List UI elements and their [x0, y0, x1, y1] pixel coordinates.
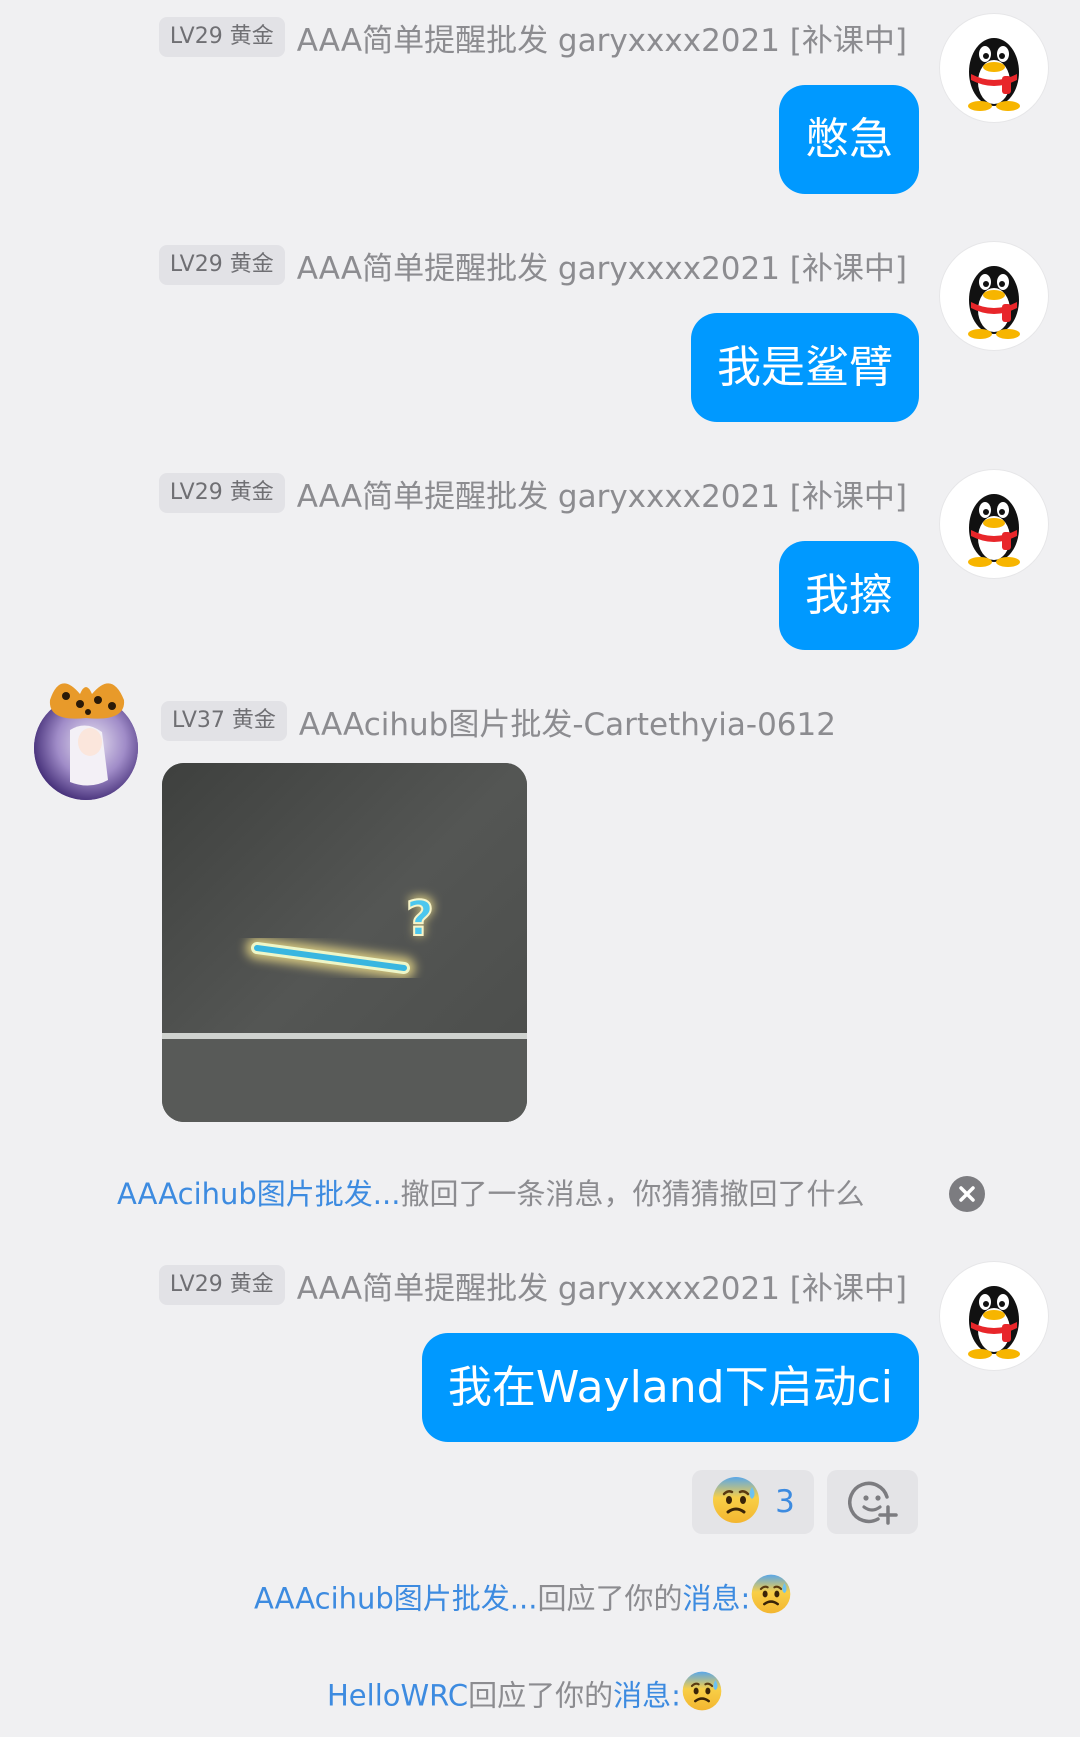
sender-meta: LV37 黄金 AAAcihub图片批发-Cartethyia-0612 — [161, 699, 836, 743]
message-bubble[interactable]: 我在Wayland下启动ci — [421, 1333, 919, 1442]
qq-penguin-svg — [968, 494, 1020, 567]
message-bubble[interactable]: 我擦 — [779, 541, 919, 650]
anxious-face-svg — [751, 1574, 791, 1614]
add-reaction-icon — [847, 1481, 898, 1525]
reaction-count: 3 — [775, 1484, 795, 1520]
notice-sender-link[interactable]: HelloWRC — [327, 1679, 468, 1713]
sender-meta: LV29 黄金 AAA简单提醒批发 garyxxxx2021 [补课中] — [158, 1263, 907, 1308]
level-badge: LV29 黄金 — [158, 473, 285, 513]
message-bubble[interactable]: 我是鲨臂 — [691, 313, 919, 422]
anxious-face-svg — [682, 1671, 722, 1711]
qq-penguin-icon[interactable] — [940, 470, 1048, 578]
anime-girl-avatar-icon[interactable] — [30, 660, 142, 810]
message-bubble[interactable]: 憋急 — [779, 85, 919, 194]
message-row: LV29 黄金 AAA简单提醒批发 garyxxxx2021 [补课中] 憋急 — [0, 0, 1080, 200]
sender-name[interactable]: AAA简单提醒批发 garyxxxx2021 [补课中] — [297, 1263, 907, 1308]
recall-sender-link[interactable]: AAAcihub图片批发... — [117, 1177, 400, 1211]
qq-penguin-icon[interactable] — [940, 14, 1048, 122]
qq-penguin-svg — [968, 1286, 1020, 1359]
sender-name[interactable]: AAAcihub图片批发-Cartethyia-0612 — [299, 699, 836, 744]
reaction-notice: HelloWRC回应了你的消息: — [327, 1670, 723, 1716]
qq-penguin-icon[interactable] — [940, 242, 1048, 350]
sender-meta: LV29 黄金 AAA简单提醒批发 garyxxxx2021 [补课中] — [158, 243, 907, 288]
sender-name[interactable]: AAA简单提醒批发 garyxxxx2021 [补课中] — [297, 243, 907, 288]
message-row: LV29 黄金 AAA简单提醒批发 garyxxxx2021 [补课中] 我是鲨… — [0, 228, 1080, 428]
notice-message-link[interactable]: 消息: — [682, 1582, 750, 1616]
level-badge: LV37 黄金 — [161, 701, 287, 741]
sender-name[interactable]: AAA简单提醒批发 garyxxxx2021 [补课中] — [297, 471, 907, 516]
qq-penguin-svg — [968, 38, 1020, 111]
anxious-face-svg — [713, 1477, 760, 1523]
close-circle-svg — [949, 1176, 985, 1212]
qq-penguin-icon[interactable] — [940, 1262, 1048, 1370]
message-row: LV29 黄金 AAA简单提醒批发 garyxxxx2021 [补课中] 我擦 — [0, 456, 1080, 656]
sender-name[interactable]: AAA简单提醒批发 garyxxxx2021 [补课中] — [297, 15, 907, 60]
notice-message-link[interactable]: 消息: — [613, 1679, 681, 1713]
message-row: LV37 黄金 AAAcihub图片批发-Cartethyia-0612 ? ? — [0, 660, 1080, 1130]
anxious-sweat-face-icon — [750, 1573, 792, 1628]
image-message[interactable]: ? ? — [162, 763, 527, 1122]
recall-notice: AAAcihub图片批发...撤回了一条消息，你猜猜撤回了什么 — [117, 1174, 864, 1214]
notice-text: 回应了你的 — [468, 1678, 614, 1713]
message-row: LV29 黄金 AAA简单提醒批发 garyxxxx2021 [补课中] 我在W… — [0, 1248, 1080, 1448]
add-reaction-button[interactable] — [827, 1470, 918, 1534]
level-badge: LV29 黄金 — [158, 1265, 285, 1305]
level-badge: LV29 黄金 — [158, 17, 285, 57]
notice-sender-link[interactable]: AAAcihub图片批发... — [254, 1582, 537, 1616]
reaction-chip[interactable]: 3 — [692, 1470, 814, 1534]
sender-meta: LV29 黄金 AAA简单提醒批发 garyxxxx2021 [补课中] — [158, 15, 907, 60]
recall-text: 撤回了一条消息，你猜猜撤回了什么 — [400, 1177, 865, 1211]
anxious-sweat-face-icon — [681, 1670, 723, 1725]
reaction-notice: AAAcihub图片批发...回应了你的消息: — [254, 1573, 792, 1619]
level-badge: LV29 黄金 — [158, 245, 285, 285]
photo-content: ? ? — [162, 763, 527, 1122]
anime-avatar-svg — [34, 683, 138, 800]
close-circle-icon[interactable] — [949, 1176, 985, 1212]
qq-penguin-svg — [968, 266, 1020, 339]
image-question-mark: ? — [406, 891, 434, 947]
anxious-sweat-face-icon — [711, 1475, 761, 1529]
notice-text: 回应了你的 — [537, 1581, 683, 1616]
sender-meta: LV29 黄金 AAA简单提醒批发 garyxxxx2021 [补课中] — [158, 471, 907, 516]
